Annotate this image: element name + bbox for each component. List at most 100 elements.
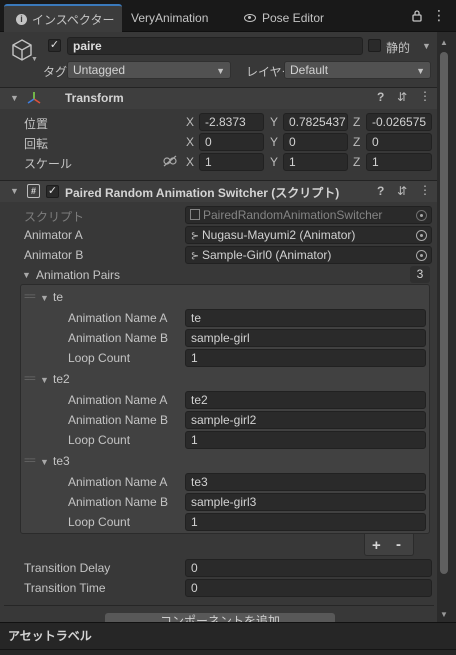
animator-icon: ⊱	[190, 251, 200, 262]
icon-dropdown-arrow[interactable]: ▼	[31, 56, 38, 63]
active-checkbox[interactable]: ✓	[48, 39, 61, 52]
add-component-button[interactable]: コンポーネントを追加	[105, 613, 335, 622]
static-checkbox[interactable]	[368, 39, 381, 52]
scale-x-axis[interactable]: X	[186, 155, 194, 169]
object-name-field[interactable]: paire	[67, 37, 363, 55]
transform-axes-icon	[27, 92, 41, 104]
name-b-field[interactable]: sample-girl	[185, 329, 426, 347]
script-label: スクリプト	[24, 210, 85, 224]
layer-dropdown[interactable]: Default ▼	[284, 61, 431, 79]
preset-sliders-icon[interactable]: ⇵	[397, 184, 407, 198]
loop-count-label: Loop Count	[68, 433, 131, 447]
script-file-icon: #	[27, 184, 40, 198]
loop-count-label: Loop Count	[68, 351, 131, 365]
pair-foldout-arrow[interactable]: ▼	[40, 293, 49, 303]
tab-veryanimation[interactable]: VeryAnimation	[131, 4, 231, 32]
gameobject-cube-icon[interactable]	[11, 38, 33, 62]
animator-a-value: Nugasu-Mayumi2 (Animator)	[202, 228, 356, 242]
tab-inspector[interactable]: i インスペクター	[4, 4, 122, 32]
script-asset-icon	[190, 209, 200, 220]
loop-count-field[interactable]: 1	[185, 513, 426, 531]
component-menu-icon[interactable]: ⋮	[419, 183, 431, 197]
name-b-label: Animation Name B	[68, 495, 169, 509]
lock-icon[interactable]	[412, 10, 422, 22]
chevron-down-icon: ▼	[416, 66, 425, 76]
divider	[4, 605, 434, 606]
drag-handle-icon[interactable]: ==	[24, 373, 36, 385]
name-b-label: Animation Name B	[68, 413, 169, 427]
chevron-down-icon: ▼	[216, 66, 225, 76]
constrain-proportions-icon[interactable]	[163, 155, 177, 167]
eye-icon	[244, 14, 256, 22]
transition-time-field[interactable]: 0	[185, 579, 432, 597]
object-picker-icon[interactable]	[416, 230, 427, 241]
divider	[0, 622, 456, 623]
scroll-down-arrow[interactable]: ▼	[440, 610, 448, 619]
scale-x-field[interactable]: 1	[199, 153, 264, 171]
position-x-field[interactable]: -2.8373	[199, 113, 264, 131]
help-icon[interactable]: ?	[377, 90, 384, 104]
object-picker-icon[interactable]	[416, 250, 427, 261]
animation-pairs-label: Animation Pairs	[36, 268, 121, 282]
help-icon[interactable]: ?	[377, 184, 384, 198]
name-a-field[interactable]: te2	[185, 391, 426, 409]
rotation-z-field[interactable]: 0	[366, 133, 432, 151]
name-a-label: Animation Name A	[68, 475, 168, 489]
scrollbar-thumb[interactable]	[440, 52, 448, 574]
name-a-field[interactable]: te3	[185, 473, 426, 491]
scale-z-field[interactable]: 1	[366, 153, 432, 171]
loop-count-label: Loop Count	[68, 515, 131, 529]
pairs-count-field[interactable]: 3	[410, 266, 430, 283]
scale-y-field[interactable]: 1	[283, 153, 348, 171]
pair-title: te2	[53, 372, 70, 386]
tag-label: タグ	[43, 65, 68, 79]
scroll-up-arrow[interactable]: ▲	[440, 38, 448, 47]
name-b-label: Animation Name B	[68, 331, 169, 345]
pair-title: te	[53, 290, 64, 304]
loop-count-field[interactable]: 1	[185, 431, 426, 449]
pair-foldout-arrow[interactable]: ▼	[40, 457, 49, 467]
scale-y-axis[interactable]: Y	[270, 155, 278, 169]
rotation-x-field[interactable]: 0	[199, 133, 264, 151]
scale-z-axis[interactable]: Z	[353, 155, 360, 169]
position-z-axis[interactable]: Z	[353, 115, 360, 129]
name-b-field[interactable]: sample-girl2	[185, 411, 426, 429]
loop-count-field[interactable]: 1	[185, 349, 426, 367]
pairs-foldout-arrow[interactable]: ▼	[22, 270, 31, 280]
script-foldout-arrow[interactable]: ▼	[10, 186, 19, 196]
preset-sliders-icon[interactable]: ⇵	[397, 90, 407, 104]
animator-a-field[interactable]: ⊱ Nugasu-Mayumi2 (Animator)	[185, 226, 432, 244]
rotation-z-axis[interactable]: Z	[353, 135, 360, 149]
script-object-field: PairedRandomAnimationSwitcher	[185, 206, 432, 224]
animator-b-field[interactable]: ⊱ Sample-Girl0 (Animator)	[185, 246, 432, 264]
rotation-y-axis[interactable]: Y	[270, 135, 278, 149]
name-b-field[interactable]: sample-girl3	[185, 493, 426, 511]
position-y-axis[interactable]: Y	[270, 115, 278, 129]
transition-time-label: Transition Time	[24, 581, 106, 595]
rotation-label: 回転	[24, 137, 49, 151]
rotation-y-field[interactable]: 0	[283, 133, 348, 151]
remove-element-button[interactable]: -	[396, 536, 401, 553]
transition-delay-label: Transition Delay	[24, 561, 111, 575]
transition-delay-field[interactable]: 0	[185, 559, 432, 577]
tag-dropdown[interactable]: Untagged ▼	[67, 61, 231, 79]
pair-title: te3	[53, 454, 70, 468]
animator-a-label: Animator A	[24, 228, 83, 242]
position-z-field[interactable]: -0.026575	[366, 113, 432, 131]
position-y-field[interactable]: 0.7825437	[283, 113, 348, 131]
static-dropdown-arrow[interactable]: ▼	[422, 41, 431, 51]
drag-handle-icon[interactable]: ==	[24, 455, 36, 467]
name-a-field[interactable]: te	[185, 309, 426, 327]
add-element-button[interactable]: +	[372, 537, 381, 554]
transform-foldout-arrow[interactable]: ▼	[10, 93, 19, 103]
rotation-x-axis[interactable]: X	[186, 135, 194, 149]
add-component-label: コンポーネントを追加	[159, 614, 280, 622]
tab-pose-editor[interactable]: Pose Editor	[244, 4, 344, 32]
tab-pose-editor-label: Pose Editor	[262, 11, 325, 25]
kebab-menu-icon[interactable]: ⋮	[432, 7, 446, 24]
script-enabled-checkbox[interactable]: ✓	[46, 185, 59, 198]
position-x-axis[interactable]: X	[186, 115, 194, 129]
component-menu-icon[interactable]: ⋮	[419, 89, 431, 103]
pair-foldout-arrow[interactable]: ▼	[40, 375, 49, 385]
drag-handle-icon[interactable]: ==	[24, 291, 36, 303]
